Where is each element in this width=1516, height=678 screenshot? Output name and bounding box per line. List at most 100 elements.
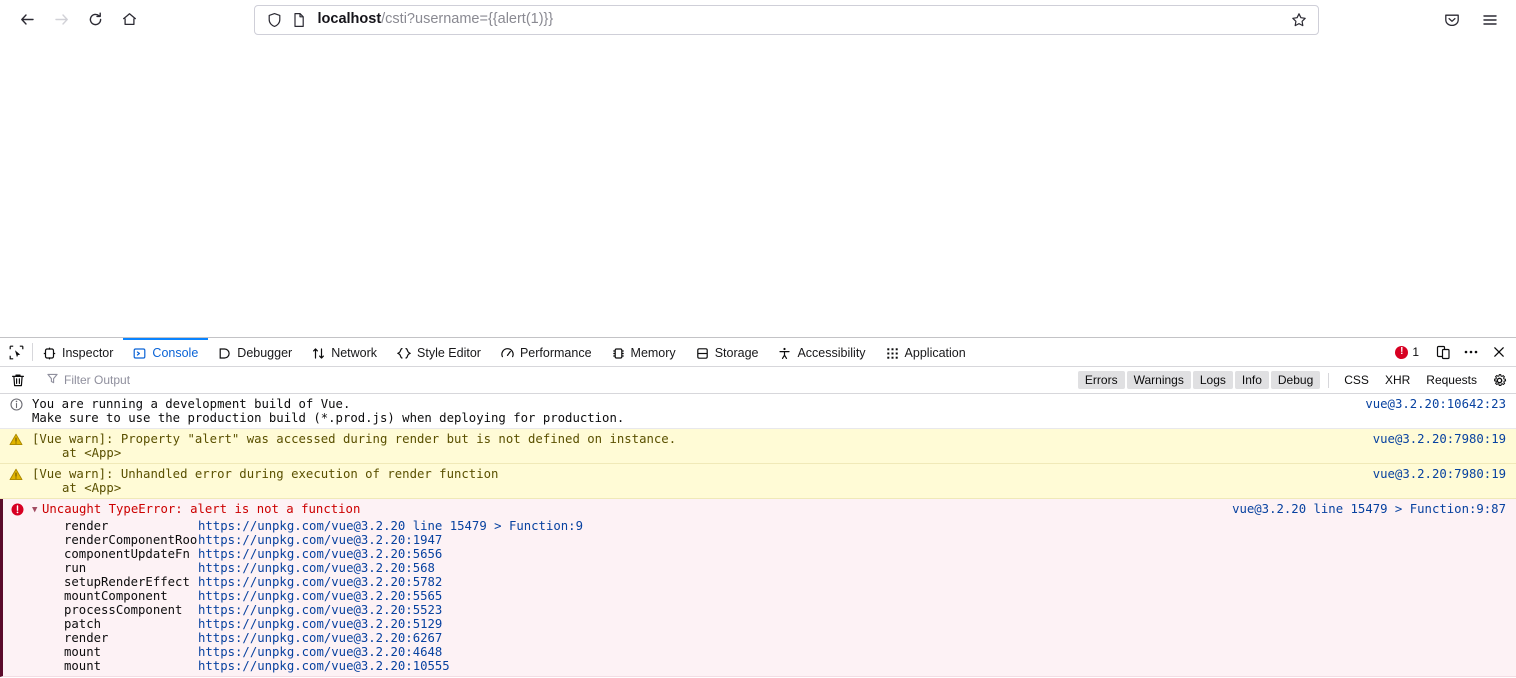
tab-style-editor[interactable]: Style Editor xyxy=(387,338,491,366)
filter-errors-toggle[interactable]: Errors xyxy=(1077,371,1125,389)
stack-frame-url[interactable]: https://unpkg.com/vue@3.2.20:6267 xyxy=(198,631,442,645)
stack-frame-url[interactable]: https://unpkg.com/vue@3.2.20 line 15479 … xyxy=(198,519,583,533)
error-count-label: 1 xyxy=(1412,345,1419,359)
stack-frame[interactable]: mount https://unpkg.com/vue@3.2.20:10555 xyxy=(32,659,1232,673)
element-picker-button[interactable] xyxy=(0,338,32,366)
error-headline-row[interactable]: ▼ Uncaught TypeError: alert is not a func… xyxy=(32,502,1232,517)
tab-debugger[interactable]: Debugger xyxy=(208,338,302,366)
tab-application[interactable]: Application xyxy=(876,338,976,366)
stack-frame-url[interactable]: https://unpkg.com/vue@3.2.20:5782 xyxy=(198,575,442,589)
stack-frame-url[interactable]: https://unpkg.com/vue@3.2.20:5565 xyxy=(198,589,442,603)
message-source-link[interactable]: vue@3.2.20:7980:19 xyxy=(1373,432,1516,460)
console-message-error[interactable]: ▼ Uncaught TypeError: alert is not a func… xyxy=(0,499,1516,677)
message-source-link[interactable]: vue@3.2.20 line 15479 > Function:9:87 xyxy=(1232,502,1516,673)
stack-frame-function: renderComponentRoot xyxy=(64,532,198,547)
stack-frame-url[interactable]: https://unpkg.com/vue@3.2.20:568 xyxy=(198,561,435,575)
tab-style-editor-label: Style Editor xyxy=(417,346,481,360)
tab-performance[interactable]: Performance xyxy=(491,338,602,366)
stack-frame-url[interactable]: https://unpkg.com/vue@3.2.20:10555 xyxy=(198,659,450,673)
performance-icon xyxy=(501,347,514,360)
stack-frame[interactable]: render https://unpkg.com/vue@3.2.20:6267 xyxy=(32,631,1232,645)
filter-debug-toggle[interactable]: Debug xyxy=(1270,371,1321,389)
accessibility-icon xyxy=(778,347,791,360)
tab-network[interactable]: Network xyxy=(302,338,387,366)
console-settings-button[interactable] xyxy=(1486,367,1512,393)
message-source-link[interactable]: vue@3.2.20:10642:23 xyxy=(1365,397,1516,425)
home-icon xyxy=(122,13,136,26)
warning-triangle-icon xyxy=(0,467,32,495)
stack-frame-url[interactable]: https://unpkg.com/vue@3.2.20:5129 xyxy=(198,617,442,631)
stack-frame[interactable]: run https://unpkg.com/vue@3.2.20:568 xyxy=(32,561,1232,575)
stack-frame[interactable]: setupRenderEffect https://unpkg.com/vue@… xyxy=(32,575,1232,589)
pocket-button[interactable] xyxy=(1436,4,1468,36)
tab-accessibility[interactable]: Accessibility xyxy=(768,338,875,366)
meatball-menu-icon xyxy=(1464,350,1478,354)
console-message-body: You are running a development build of V… xyxy=(32,397,1365,425)
stack-frame-url[interactable]: https://unpkg.com/vue@3.2.20:4648 xyxy=(198,645,442,659)
stack-frame-url[interactable]: https://unpkg.com/vue@3.2.20:5523 xyxy=(198,603,442,617)
url-host: localhost xyxy=(317,12,382,27)
message-line-1: You are running a development build of V… xyxy=(32,397,351,411)
expand-twisty-icon[interactable]: ▼ xyxy=(32,503,42,517)
home-button[interactable] xyxy=(112,3,146,37)
stack-frame[interactable]: processComponent https://unpkg.com/vue@3… xyxy=(32,603,1232,617)
url-text[interactable]: localhost/csti?username={{alert(1)}} xyxy=(318,12,1284,27)
responsive-design-mode-button[interactable] xyxy=(1430,339,1456,365)
stack-frame[interactable]: renderComponentRoot https://unpkg.com/vu… xyxy=(32,533,1232,547)
console-filter-bar: Filter Output Errors Warnings Logs Info … xyxy=(0,367,1516,394)
stack-frame-function: processComponent xyxy=(64,602,183,617)
filter-output-input[interactable]: Filter Output xyxy=(37,373,1078,387)
stack-frame[interactable]: mount https://unpkg.com/vue@3.2.20:4648 xyxy=(32,645,1232,659)
page-viewport xyxy=(0,39,1516,337)
tab-console[interactable]: Console xyxy=(123,338,209,366)
shield-icon[interactable] xyxy=(267,12,282,28)
filter-warnings-toggle[interactable]: Warnings xyxy=(1126,371,1191,389)
devtools-close-button[interactable] xyxy=(1486,339,1512,365)
filter-logs-toggle[interactable]: Logs xyxy=(1192,371,1233,389)
urlbar-container: localhost/csti?username={{alert(1)}} xyxy=(146,4,1426,35)
console-message-warning[interactable]: [Vue warn]: Property "alert" was accesse… xyxy=(0,429,1516,464)
message-line-2: Make sure to use the production build (*… xyxy=(32,411,625,425)
stack-frame-function: mountComponent xyxy=(64,588,168,603)
address-bar[interactable]: localhost/csti?username={{alert(1)}} xyxy=(253,4,1319,35)
message-source-link[interactable]: vue@3.2.20:7980:19 xyxy=(1373,467,1516,495)
stack-frame[interactable]: mountComponent https://unpkg.com/vue@3.2… xyxy=(32,589,1232,603)
stack-frame-function: render xyxy=(64,518,109,533)
tab-memory[interactable]: Memory xyxy=(602,338,686,366)
clear-console-button[interactable] xyxy=(0,373,36,388)
tab-storage[interactable]: Storage xyxy=(686,338,769,366)
reload-button[interactable] xyxy=(78,3,112,37)
stack-frame[interactable]: componentUpdateFn https://unpkg.com/vue@… xyxy=(32,547,1232,561)
stack-frame[interactable]: render https://unpkg.com/vue@3.2.20 line… xyxy=(32,519,1232,533)
bookmark-star-button[interactable] xyxy=(1284,6,1314,34)
message-line-1: [Vue warn]: Property "alert" was accesse… xyxy=(32,432,677,446)
tab-inspector[interactable]: Inspector xyxy=(33,338,123,366)
filter-xhr-toggle[interactable]: XHR xyxy=(1378,371,1417,389)
filter-info-toggle[interactable]: Info xyxy=(1234,371,1269,389)
trash-icon xyxy=(12,374,24,386)
stack-frame-url[interactable]: https://unpkg.com/vue@3.2.20:5656 xyxy=(198,547,442,561)
stack-frame-function: run xyxy=(64,560,87,575)
network-icon xyxy=(312,347,325,360)
forward-arrow-icon xyxy=(54,14,68,25)
back-arrow-icon xyxy=(20,14,34,25)
console-output[interactable]: You are running a development build of V… xyxy=(0,394,1516,678)
app-menu-button[interactable] xyxy=(1474,4,1506,36)
stack-frame[interactable]: patch https://unpkg.com/vue@3.2.20:5129 xyxy=(32,617,1232,631)
inspector-icon xyxy=(43,347,56,360)
responsive-design-mode-icon xyxy=(1436,345,1450,359)
close-icon xyxy=(1494,347,1504,357)
console-message-info[interactable]: You are running a development build of V… xyxy=(0,394,1516,429)
filter-requests-toggle[interactable]: Requests xyxy=(1419,371,1484,389)
forward-button[interactable] xyxy=(44,3,78,37)
devtools-menu-button[interactable] xyxy=(1458,339,1484,365)
stack-frame-url[interactable]: https://unpkg.com/vue@3.2.20:1947 xyxy=(198,533,442,547)
error-circle-icon: ! xyxy=(1395,345,1409,359)
debugger-icon xyxy=(218,347,231,360)
console-message-warning[interactable]: [Vue warn]: Unhandled error during execu… xyxy=(0,464,1516,499)
memory-icon xyxy=(612,347,625,360)
toolbar-right-actions xyxy=(1436,4,1506,36)
filter-css-toggle[interactable]: CSS xyxy=(1337,371,1376,389)
back-button[interactable] xyxy=(10,3,44,37)
error-count-badge[interactable]: ! 1 xyxy=(1389,345,1425,359)
